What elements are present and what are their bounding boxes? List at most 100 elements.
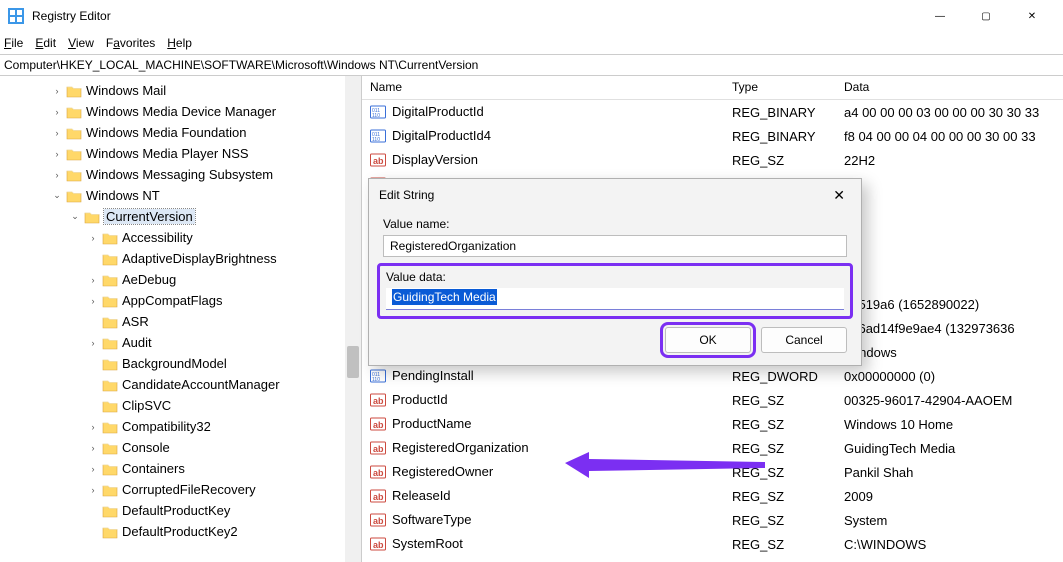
menu-view[interactable]: View [68,36,94,50]
value-type: REG_BINARY [724,129,836,144]
list-row[interactable]: abSystemRootREG_SZC:\WINDOWS [362,532,1063,556]
chevron-right-icon[interactable]: › [50,149,64,159]
chevron-right-icon[interactable]: › [86,338,100,348]
tree-item[interactable]: ASR [6,311,361,332]
chevron-right-icon[interactable]: › [50,86,64,96]
tree-item-label[interactable]: AeDebug [122,272,176,287]
tree-item[interactable]: › AeDebug [6,269,361,290]
menu-file[interactable]: File [4,36,23,50]
tree-item[interactable]: › Windows Messaging Subsystem [6,164,361,185]
value-type: REG_SZ [724,513,836,528]
col-type-header[interactable]: Type [724,76,836,99]
list-row[interactable]: abProductNameREG_SZWindows 10 Home [362,412,1063,436]
chevron-right-icon[interactable]: › [86,233,100,243]
tree-item-label[interactable]: ClipSVC [122,398,171,413]
tree-item[interactable]: DefaultProductKey2 [6,521,361,542]
tree-item-label[interactable]: DefaultProductKey2 [122,524,238,539]
tree-scrollbar-thumb[interactable] [347,346,359,378]
tree-item-label[interactable]: CorruptedFileRecovery [122,482,256,497]
value-data: GuidingTech Media [836,441,1063,456]
ok-button[interactable]: OK [665,327,751,353]
tree-item-label[interactable]: Containers [122,461,185,476]
tree-item-label[interactable]: CurrentVersion [104,209,195,224]
tree-item-label[interactable]: Windows Media Foundation [86,125,246,140]
chevron-right-icon[interactable]: › [86,296,100,306]
menu-edit[interactable]: Edit [35,36,56,50]
maximize-button[interactable]: ▢ [963,2,1009,30]
tree-item[interactable]: BackgroundModel [6,353,361,374]
chevron-down-icon[interactable]: ⌄ [50,190,64,201]
list-row[interactable]: 011110DigitalProductIdREG_BINARYa4 00 00… [362,100,1063,124]
value-type: REG_SZ [724,537,836,552]
chevron-right-icon[interactable]: › [86,485,100,495]
list-row[interactable]: abSoftwareTypeREG_SZSystem [362,508,1063,532]
menu-help[interactable]: Help [167,36,192,50]
tree-item[interactable]: › Windows Media Player NSS [6,143,361,164]
tree-item[interactable]: › Windows Media Foundation [6,122,361,143]
tree-item-label[interactable]: Windows Media Device Manager [86,104,276,119]
tree-item-label[interactable]: Windows NT [86,188,160,203]
dialog-titlebar[interactable]: Edit String ✕ [369,179,861,211]
close-button[interactable]: ✕ [1009,2,1055,30]
tree-item[interactable]: › Console [6,437,361,458]
chevron-down-icon[interactable]: ⌄ [68,211,82,222]
tree-item-label[interactable]: Audit [122,335,152,350]
col-data-header[interactable]: Data [836,76,1063,99]
value-data: Windows 10 Home [836,417,1063,432]
tree-item[interactable]: › Compatibility32 [6,416,361,437]
tree-item[interactable]: › Windows Mail [6,80,361,101]
tree-scrollbar[interactable] [345,76,361,562]
tree-item[interactable]: › AppCompatFlags [6,290,361,311]
tree-item-label[interactable]: CandidateAccountManager [122,377,280,392]
tree-item-label[interactable]: BackgroundModel [122,356,227,371]
tree-item[interactable]: › Audit [6,332,361,353]
tree-item-label[interactable]: Compatibility32 [122,419,211,434]
list-row[interactable]: 011110PendingInstallREG_DWORD0x00000000 … [362,364,1063,388]
chevron-right-icon[interactable]: › [86,464,100,474]
tree-item[interactable]: › Containers [6,458,361,479]
list-row[interactable]: abReleaseIdREG_SZ2009 [362,484,1063,508]
chevron-right-icon[interactable]: › [50,107,64,117]
tree-item-label[interactable]: Console [122,440,170,455]
address-bar[interactable]: Computer\HKEY_LOCAL_MACHINE\SOFTWARE\Mic… [0,54,1063,76]
value-data-input[interactable]: GuidingTech Media [386,288,844,310]
tree-item-label[interactable]: ASR [122,314,149,329]
tree-item[interactable]: ClipSVC [6,395,361,416]
list-row[interactable]: abDisplayVersionREG_SZ22H2 [362,148,1063,172]
chevron-right-icon[interactable]: › [86,422,100,432]
tree-item[interactable]: ⌄ Windows NT [6,185,361,206]
tree-item[interactable]: CandidateAccountManager [6,374,361,395]
list-row[interactable]: abProductIdREG_SZ00325-96017-42904-AAOEM [362,388,1063,412]
menu-favorites[interactable]: Favorites [106,36,155,50]
tree-item-label[interactable]: Windows Messaging Subsystem [86,167,273,182]
minimize-button[interactable]: — [917,2,963,30]
tree-item[interactable]: › Accessibility [6,227,361,248]
svg-text:ab: ab [373,492,384,502]
folder-icon [102,399,118,413]
value-name-input[interactable] [383,235,847,257]
cancel-button[interactable]: Cancel [761,327,847,353]
tree-item-label[interactable]: AppCompatFlags [122,293,222,308]
dialog-close-button[interactable]: ✕ [827,187,851,204]
tree-item[interactable]: › Windows Media Device Manager [6,101,361,122]
col-name-header[interactable]: Name [362,76,724,99]
tree-item[interactable]: DefaultProductKey [6,500,361,521]
tree-item-label[interactable]: Accessibility [122,230,193,245]
value-data: System [836,513,1063,528]
tree-item[interactable]: AdaptiveDisplayBrightness [6,248,361,269]
chevron-right-icon[interactable]: › [86,275,100,285]
tree-item-label[interactable]: Windows Media Player NSS [86,146,249,161]
list-row[interactable]: 011110DigitalProductId4REG_BINARYf8 04 0… [362,124,1063,148]
app-icon [8,8,24,24]
value-data: 22H2 [836,153,1063,168]
chevron-right-icon[interactable]: › [50,170,64,180]
tree-item[interactable]: ⌄ CurrentVersion [6,206,361,227]
tree-pane: › Windows Mail › Windows Media Device Manag… [0,76,362,562]
tree-item-label[interactable]: Windows Mail [86,83,166,98]
tree-item[interactable]: › CorruptedFileRecovery [6,479,361,500]
tree-item-label[interactable]: DefaultProductKey [122,503,230,518]
chevron-right-icon[interactable]: › [86,443,100,453]
chevron-right-icon[interactable]: › [50,128,64,138]
tree-item-label[interactable]: AdaptiveDisplayBrightness [122,251,277,266]
address-path[interactable]: Computer\HKEY_LOCAL_MACHINE\SOFTWARE\Mic… [4,58,478,72]
